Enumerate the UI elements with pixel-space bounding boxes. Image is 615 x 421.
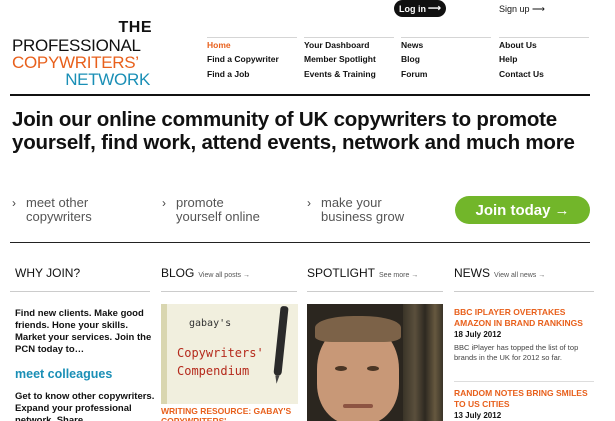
nav-item-member-spotlight[interactable]: Member Spotlight [304, 52, 394, 67]
arrow-right-icon: ⟶ [532, 4, 545, 14]
chevron-right-icon: › [162, 196, 166, 210]
why-join-heading: WHY JOIN? [15, 266, 80, 280]
benefit-line: business grow [321, 209, 405, 224]
nav-item-help[interactable]: Help [499, 52, 589, 67]
logo-line-professional: PROFESSIONAL [12, 36, 141, 55]
hero-headline: Join our online community of UK copywrit… [12, 108, 575, 154]
arrow-right-icon: ⟶ [428, 3, 441, 13]
member-eye [335, 366, 347, 371]
logo-line-copywriters: COPYWRITERS’ [12, 53, 139, 72]
section-title: WHY JOIN? [15, 266, 81, 280]
logo-line-network: NETWORK [65, 70, 150, 89]
why-join-body: Get to know other copywriters. Expand yo… [15, 391, 155, 421]
nav-item-home[interactable]: Home [207, 37, 297, 52]
join-today-button[interactable]: Join today → [455, 196, 590, 224]
chevron-right-icon: › [12, 196, 16, 210]
bookshelf-background [403, 304, 443, 421]
nav-item-forum[interactable]: Forum [401, 67, 491, 82]
nav-column-2: Your Dashboard Member Spotlight Events &… [304, 37, 394, 82]
nav-column-1: Home Find a Copywriter Find a Job [207, 37, 297, 82]
nav-column-3: News Blog Forum [401, 37, 491, 82]
nav-column-4: About Us Help Contact Us [499, 37, 589, 82]
signup-label: Sign up [499, 4, 530, 14]
benefit-promote-yourself: › promote yourself online [162, 196, 260, 224]
login-button[interactable]: Log in ⟶ [394, 0, 446, 17]
news-title[interactable]: BBC IPLAYER OVERTAKES AMAZON IN BRAND RA… [454, 307, 594, 328]
logo-line-the: THE [118, 19, 152, 36]
nav-item-find-copywriter[interactable]: Find a Copywriter [207, 52, 297, 67]
member-eye [367, 366, 379, 371]
news-divider [454, 381, 594, 382]
join-label: Join today [475, 201, 551, 219]
signup-link[interactable]: Sign up ⟶ [499, 4, 545, 15]
nav-item-blog[interactable]: Blog [401, 52, 491, 67]
login-label: Log in [399, 3, 427, 14]
why-join-intro: Find new clients. Make good friends. Hon… [15, 308, 152, 355]
book-spine-stripe [161, 304, 167, 404]
section-divider [10, 242, 590, 243]
news-date: 18 July 2012 [454, 330, 502, 339]
blog-post-title[interactable]: WRITING RESOURCE: GABAY'S COPYWRITERS' [161, 406, 298, 421]
news-excerpt: BBC iPlayer has topped the list of top b… [454, 343, 579, 362]
nav-item-events-training[interactable]: Events & Training [304, 67, 394, 82]
column-divider [454, 291, 594, 292]
news-date: 13 July 2012 [454, 411, 502, 420]
benefit-line: promote [176, 195, 224, 210]
nav-item-find-job[interactable]: Find a Job [207, 67, 297, 82]
blog-heading: BLOG View all posts → [161, 266, 250, 280]
benefit-line: make your [321, 195, 382, 210]
see-more-link[interactable]: See more → [379, 272, 418, 279]
nav-item-contact[interactable]: Contact Us [499, 67, 589, 82]
news-item: BBC IPLAYER OVERTAKES AMAZON IN BRAND RA… [454, 307, 594, 363]
header-divider [10, 94, 590, 96]
spotlight-heading: SPOTLIGHT See more → [307, 266, 418, 280]
nav-item-news[interactable]: News [401, 37, 491, 52]
view-all-news-link[interactable]: View all news → [494, 272, 545, 279]
nav-item-about[interactable]: About Us [499, 37, 589, 52]
column-divider [307, 291, 443, 292]
benefit-meet-copywriters: › meet other copywriters [12, 196, 92, 224]
benefit-line: copywriters [26, 209, 92, 224]
news-title[interactable]: RANDOM NOTES BRING SMILES TO US CITIES [454, 388, 594, 409]
view-all-posts-link[interactable]: View all posts → [198, 272, 250, 279]
member-hair [315, 316, 401, 342]
column-divider [10, 291, 150, 292]
spotlight-member-photo[interactable] [307, 304, 443, 421]
benefit-line: meet other [26, 195, 89, 210]
section-title: BLOG [161, 266, 195, 280]
section-title: SPOTLIGHT [307, 266, 376, 280]
news-heading: NEWS View all news → [454, 266, 545, 280]
benefit-line: yourself online [176, 209, 260, 224]
site-logo[interactable]: THE PROFESSIONAL COPYWRITERS’ NETWORK [12, 19, 152, 89]
meet-colleagues-link[interactable]: meet colleagues [15, 367, 112, 381]
news-item: RANDOM NOTES BRING SMILES TO US CITIES 1… [454, 388, 594, 420]
benefit-business-grow: › make your business grow [307, 196, 404, 224]
nav-item-dashboard[interactable]: Your Dashboard [304, 37, 394, 52]
section-title: NEWS [454, 266, 490, 280]
column-divider [161, 291, 297, 292]
chevron-right-icon: › [307, 196, 311, 210]
book-cover-title-line: Copywriters' [177, 346, 264, 360]
book-cover-author: gabay's [189, 318, 232, 329]
member-mouth [343, 404, 373, 408]
arrow-right-icon: → [554, 201, 570, 219]
book-cover-title-line: Compendium [177, 364, 250, 378]
blog-post-image[interactable]: gabay's Copywriters' Compendium [161, 304, 298, 404]
pen-icon [273, 305, 289, 377]
